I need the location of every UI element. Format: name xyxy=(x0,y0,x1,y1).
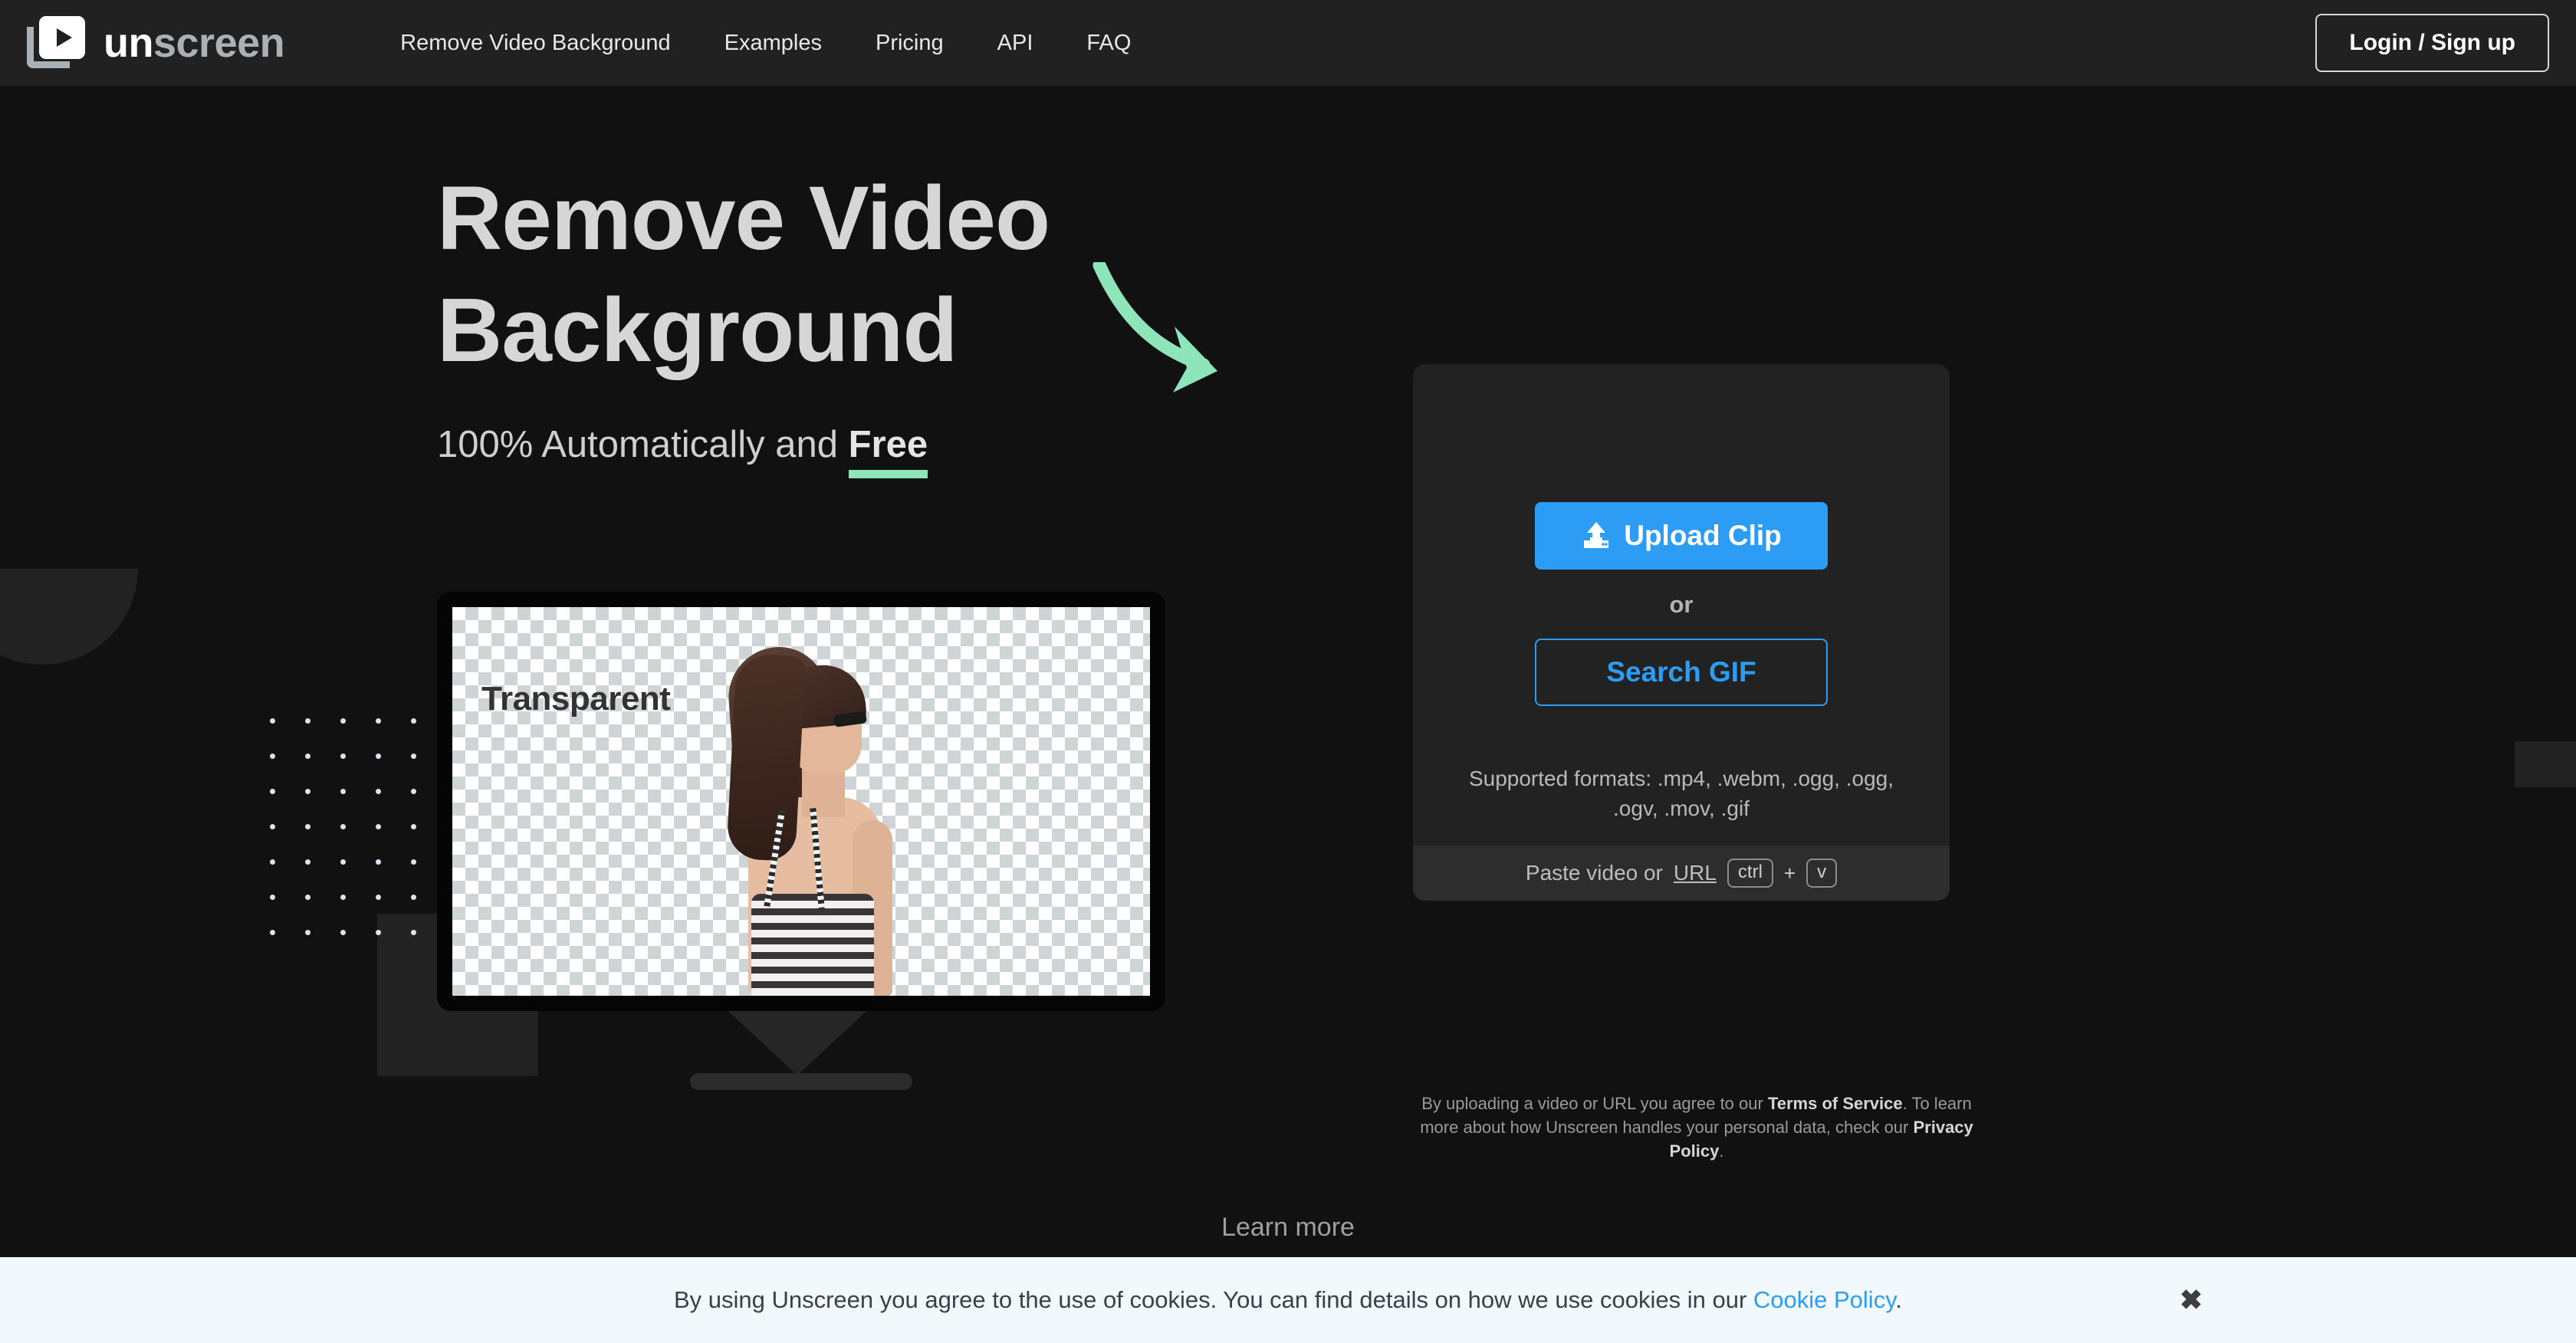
decorative-dot xyxy=(305,895,310,900)
decorative-dot xyxy=(411,895,416,900)
login-signup-button[interactable]: Login / Sign up xyxy=(2315,14,2549,72)
cookie-policy-link[interactable]: Cookie Policy xyxy=(1753,1286,1896,1313)
paste-video-footer: Paste video or URL ctrl + v xyxy=(1413,846,1950,901)
cookie-consent-banner: By using Unscreen you agree to the use o… xyxy=(0,1257,2576,1343)
decorative-dot xyxy=(305,754,310,759)
nav-item-pricing[interactable]: Pricing xyxy=(849,23,971,64)
decorative-dot xyxy=(340,789,346,794)
logo-wordmark: unscreen xyxy=(104,20,285,66)
site-header: unscreen Remove Video Background Example… xyxy=(0,0,2576,86)
search-gif-button[interactable]: Search GIF xyxy=(1535,639,1828,706)
decorative-dot xyxy=(411,789,416,794)
hero-subtitle: 100% Automatically and Free xyxy=(437,423,928,478)
decorative-dot xyxy=(270,718,275,724)
decorative-dot xyxy=(376,859,381,865)
hero-title-line1: Remove Video xyxy=(437,168,1050,269)
monitor-stand-base xyxy=(690,1073,912,1090)
curved-arrow-icon xyxy=(1092,262,1217,392)
hero-title-line2: Background xyxy=(437,280,958,382)
logo-text-screen: screen xyxy=(153,20,285,66)
decorative-dot xyxy=(340,754,346,759)
nav-item-examples[interactable]: Examples xyxy=(698,23,849,64)
disclaimer-part3: . xyxy=(1719,1141,1724,1161)
decorative-dot xyxy=(270,930,275,935)
monitor-frame: Transparent xyxy=(437,592,1165,1011)
legal-disclaimer: By uploading a video or URL you agree to… xyxy=(1413,1092,1980,1164)
decorative-dot xyxy=(376,824,381,829)
person-photo xyxy=(705,643,935,996)
main-nav: Remove Video Background Examples Pricing… xyxy=(373,23,1158,64)
paste-url-link[interactable]: URL xyxy=(1674,861,1717,885)
logo[interactable]: unscreen xyxy=(27,16,285,70)
logo-text-un: un xyxy=(104,20,153,66)
decorative-dot xyxy=(340,718,346,724)
transparent-preview-screen: Transparent xyxy=(452,607,1150,996)
decorative-dot xyxy=(270,824,275,829)
nav-item-remove-video-background[interactable]: Remove Video Background xyxy=(373,23,698,64)
decorative-dot xyxy=(305,859,310,865)
key-ctrl: ctrl xyxy=(1727,858,1773,888)
upload-card: Upload Clip or Search GIF Supported form… xyxy=(1413,364,1950,901)
decorative-dot xyxy=(270,895,275,900)
upload-card-body: Upload Clip or Search GIF Supported form… xyxy=(1413,364,1950,846)
decorative-half-circle xyxy=(0,569,138,665)
decorative-rect-right xyxy=(2515,741,2576,787)
decorative-dot xyxy=(270,789,275,794)
decorative-dot xyxy=(340,895,346,900)
upload-icon xyxy=(1584,522,1609,548)
upload-clip-label: Upload Clip xyxy=(1624,520,1782,551)
close-icon[interactable]: ✖ xyxy=(2180,1286,2203,1314)
decorative-dot xyxy=(340,824,346,829)
logo-front-layer xyxy=(39,16,85,59)
nav-item-api[interactable]: API xyxy=(971,23,1060,64)
decorative-dot xyxy=(411,930,416,935)
decorative-dot xyxy=(376,754,381,759)
decorative-dot xyxy=(305,789,310,794)
cookie-banner-text: By using Unscreen you agree to the use o… xyxy=(674,1286,1902,1314)
cookie-text-after: . xyxy=(1895,1286,1903,1313)
learn-more-label[interactable]: Learn more xyxy=(0,1213,2576,1243)
decorative-dot xyxy=(270,754,275,759)
or-divider-label: or xyxy=(1669,591,1694,618)
decorative-dot xyxy=(305,824,310,829)
hero-subtitle-highlight: Free xyxy=(848,424,928,478)
hero-section: Remove Video Background 100% Automatical… xyxy=(0,86,2576,1257)
person-striped-top xyxy=(751,894,874,996)
disclaimer-part1: By uploading a video or URL you agree to… xyxy=(1421,1094,1768,1113)
key-v: v xyxy=(1806,858,1838,888)
decorative-dot xyxy=(376,718,381,724)
decorative-dot xyxy=(376,930,381,935)
decorative-dot xyxy=(411,824,416,829)
decorative-dot xyxy=(376,789,381,794)
decorative-dot xyxy=(411,718,416,724)
supported-formats-text: Supported formats: .mp4, .webm, .ogg, .o… xyxy=(1468,767,1894,820)
decorative-dot xyxy=(340,930,346,935)
decorative-dot xyxy=(376,895,381,900)
decorative-dot xyxy=(340,859,346,865)
chevron-down-icon[interactable] xyxy=(1266,1249,1300,1257)
upload-clip-button[interactable]: Upload Clip xyxy=(1535,502,1828,570)
terms-of-service-link[interactable]: Terms of Service xyxy=(1768,1094,1903,1113)
decorative-dot xyxy=(305,718,310,724)
video-stack-play-icon xyxy=(27,16,87,70)
hero-subtitle-prefix: 100% Automatically and xyxy=(437,424,849,465)
monitor-stand-neck xyxy=(728,1011,867,1075)
decorative-dot xyxy=(411,754,416,759)
cookie-text-before: By using Unscreen you agree to the use o… xyxy=(673,1286,1753,1313)
decorative-dot-grid xyxy=(270,718,431,956)
person-hair-front xyxy=(726,652,806,862)
decorative-dot xyxy=(411,859,416,865)
nav-item-faq[interactable]: FAQ xyxy=(1060,23,1158,64)
transparent-label: Transparent xyxy=(481,680,671,717)
monitor-illustration: Transparent xyxy=(437,507,1165,1121)
key-plus: + xyxy=(1783,861,1796,885)
decorative-dot xyxy=(305,930,310,935)
paste-video-label: Paste video or xyxy=(1525,861,1663,885)
play-triangle-icon xyxy=(57,28,72,47)
decorative-dot xyxy=(270,859,275,865)
